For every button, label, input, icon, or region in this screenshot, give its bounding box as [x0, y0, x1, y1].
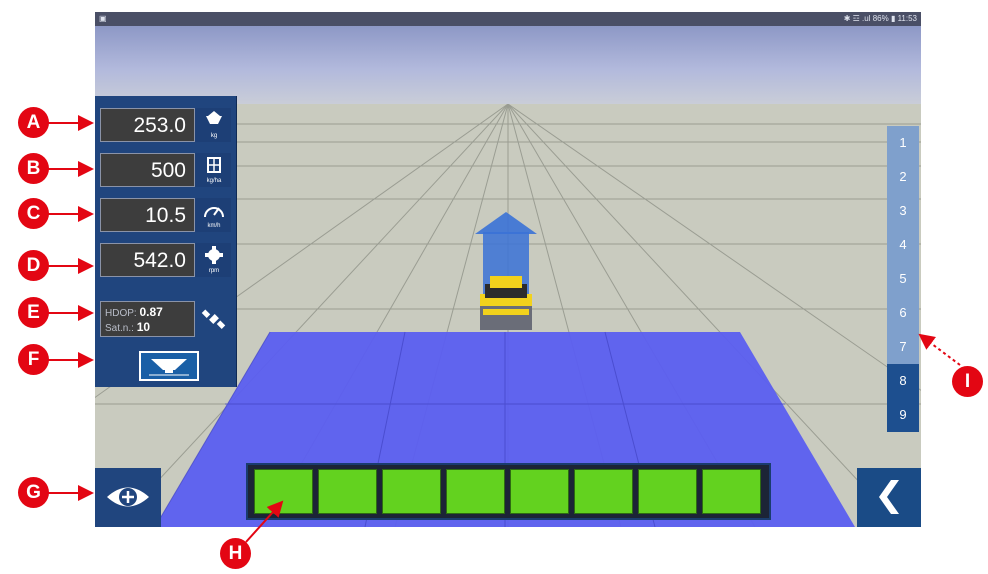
- callout-e: E: [18, 297, 49, 328]
- callout-i: I: [952, 366, 983, 397]
- callout-b: B: [18, 153, 49, 184]
- callout-d: D: [18, 250, 49, 281]
- callout-a: A: [18, 107, 49, 138]
- callout-h: H: [220, 538, 251, 569]
- callout-arrows: [48, 115, 961, 543]
- callout-g: G: [18, 477, 49, 508]
- callout-c: C: [18, 198, 49, 229]
- callout-f: F: [18, 344, 49, 375]
